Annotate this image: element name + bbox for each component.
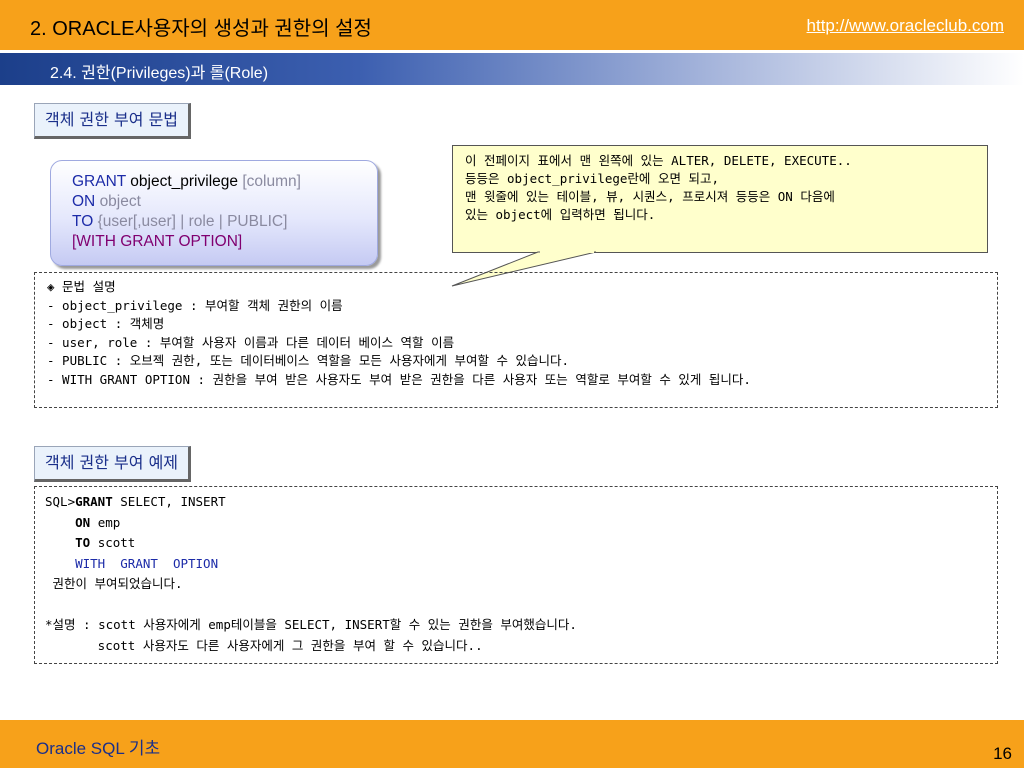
object-privilege-term: object_privilege <box>130 173 239 190</box>
description-item: - WITH GRANT OPTION : 권한을 부여 받은 사용자도 부여 … <box>47 371 751 387</box>
example-note: *설명 : scott 사용자에게 emp테이블을 SELECT, INSERT… <box>45 617 577 632</box>
footer-bar: Oracle SQL 기초 16 <box>0 720 1024 768</box>
subheader-bar: 2.4. 권한(Privileges)과 롤(Role) <box>0 53 1024 85</box>
subheader-title: 2.4. 권한(Privileges)과 롤(Role) <box>50 65 269 82</box>
object-term: object <box>99 193 141 210</box>
description-item: - user, role : 부여할 사용자 이름과 다른 데이터 베이스 역할… <box>47 334 455 350</box>
example-note: scott 사용자도 다른 사용자에게 그 권한을 부여 할 수 있습니다.. <box>45 637 483 653</box>
callout-line: 이 전페이지 표에서 맨 왼쪽에 있는 ALTER, DELETE, EXECU… <box>465 153 852 168</box>
section-heading-syntax: 객체 권한 부여 문법 <box>34 103 192 139</box>
example-line-on: ON emp <box>45 513 997 534</box>
callout-line: 맨 윗줄에 있는 테이블, 뷰, 시퀀스, 프로시져 등등은 ON 다음에 <box>465 189 835 204</box>
to-user: scott <box>90 535 136 550</box>
syntax-description: ◈ 문법 설명 - object_privilege : 부여할 객체 권한의 … <box>34 272 998 408</box>
with-grant-option-term: [WITH GRANT OPTION] <box>72 233 243 250</box>
example-code: SQL>GRANT SELECT, INSERT ON emp TO scott… <box>34 486 998 664</box>
description-item: - object : 객체명 <box>47 316 165 331</box>
syntax-line-on: ON object <box>72 192 301 212</box>
on-object: emp <box>90 514 121 530</box>
syntax-line-grant: GRANT object_privilege [column] <box>72 172 301 192</box>
callout-line: 있는 object에 입력하면 됩니다. <box>465 207 656 222</box>
slide-title: 2. ORACLE사용자의 생성과 권한의 설정 <box>30 18 372 40</box>
sql-prompt: SQL> <box>45 494 76 509</box>
targets-term: {user[,user] | role | PUBLIC] <box>97 213 288 230</box>
on-keyword: ON <box>72 193 96 210</box>
example-result: 권한이 부여되었습니다. <box>45 576 183 591</box>
description-item: - object_privilege : 부여할 객체 권한의 이름 <box>47 297 343 313</box>
grant-keyword: GRANT <box>75 494 113 509</box>
site-link[interactable]: http://www.oracleclub.com <box>807 16 1004 36</box>
syntax-line-with: [WITH GRANT OPTION] <box>72 232 301 252</box>
example-line-with: WITH GRANT OPTION <box>45 554 997 575</box>
column-term: [column] <box>242 173 301 190</box>
callout-note: 이 전페이지 표에서 맨 왼쪽에 있는 ALTER, DELETE, EXECU… <box>452 145 988 253</box>
description-item: - PUBLIC : 오브젝 권한, 또는 데이터베이스 역할을 모든 사용자에… <box>47 353 570 368</box>
example-line-grant: SQL>GRANT SELECT, INSERT <box>45 492 997 513</box>
section-heading-example: 객체 권한 부여 예제 <box>34 446 192 482</box>
to-keyword: TO <box>75 535 91 550</box>
grant-privileges: SELECT, INSERT <box>112 494 226 509</box>
page-number: 16 <box>993 744 1012 763</box>
example-spacer <box>45 595 997 616</box>
description-heading: ◈ 문법 설명 <box>47 279 116 294</box>
syntax-line-to: TO {user[,user] | role | PUBLIC] <box>72 212 301 232</box>
footer-label: Oracle SQL 기초 <box>36 739 161 758</box>
grant-keyword: GRANT <box>72 173 126 190</box>
syntax-box: GRANT object_privilege [column] ON objec… <box>50 160 378 266</box>
callout-line: 등등은 object_privilege란에 오면 되고, <box>465 171 720 186</box>
example-line-to: TO scott <box>45 533 997 554</box>
on-keyword: ON <box>75 514 91 530</box>
to-keyword: TO <box>72 213 94 230</box>
header-bar: 2. ORACLE사용자의 생성과 권한의 설정 http://www.orac… <box>0 0 1024 50</box>
with-grant-option: WITH GRANT OPTION <box>75 555 219 571</box>
